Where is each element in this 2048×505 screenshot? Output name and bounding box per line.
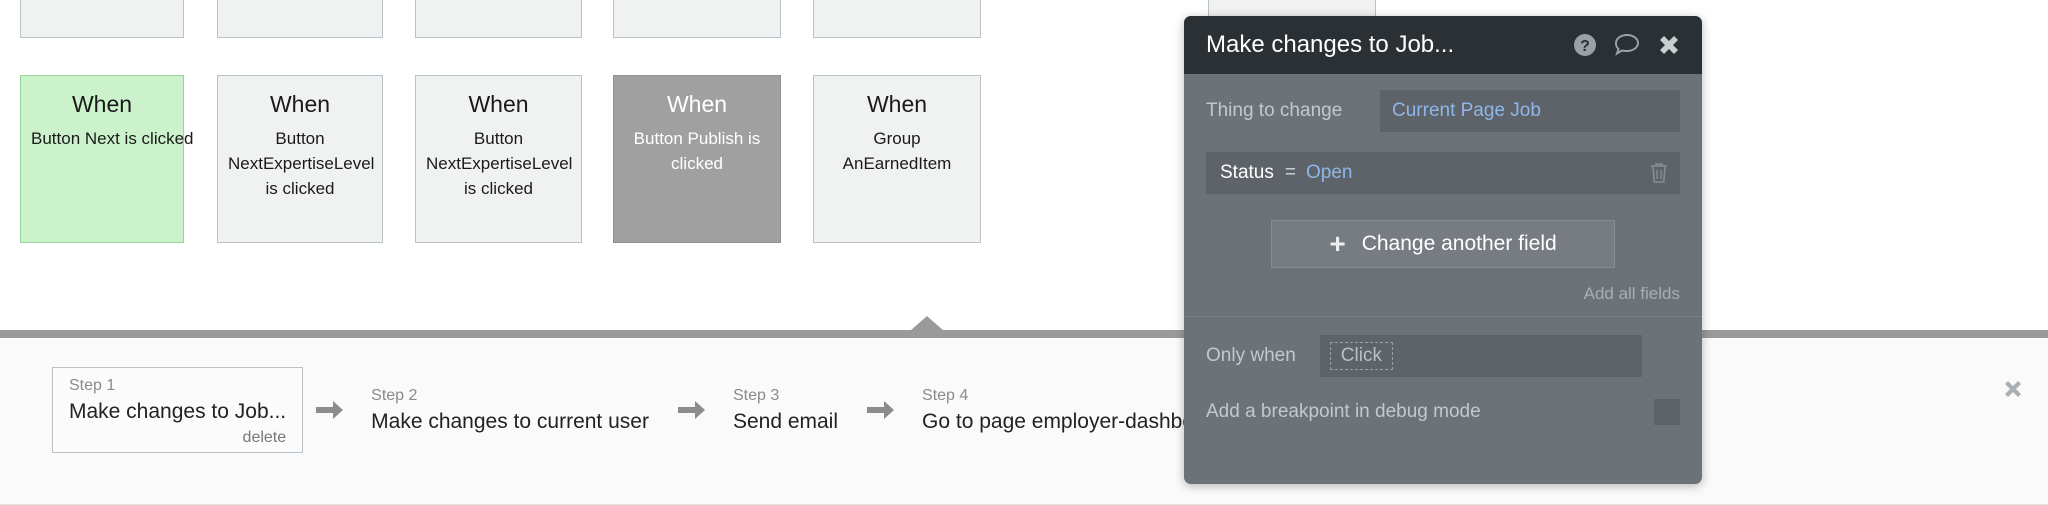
step-arrow-icon-1 — [303, 399, 355, 421]
workflow-step-3[interactable]: Step 3 Send email — [717, 378, 854, 442]
event-card-nextexpertiselevel-1[interactable]: When Button NextExpertiseLevel is clicke… — [217, 75, 383, 243]
steps-bar-close-icon[interactable] — [2000, 376, 2026, 402]
step-delete-link[interactable]: delete — [69, 428, 287, 448]
partial-card-2[interactable] — [217, 0, 383, 38]
field-change-row[interactable]: Status = Open — [1206, 152, 1680, 194]
thing-to-change-input[interactable]: Current Page Job — [1380, 90, 1680, 132]
step-arrow-icon-3 — [854, 399, 906, 421]
change-another-field-button[interactable]: + Change another field — [1271, 220, 1615, 268]
workflow-step-1[interactable]: Step 1 Make changes to Job... delete — [52, 367, 304, 453]
partial-card-4[interactable] — [613, 0, 781, 38]
event-card-button-next[interactable]: When Button Next is clicked — [20, 75, 194, 243]
workflow-steps-bar: Step 1 Make changes to Job... delete Ste… — [0, 338, 2048, 505]
only-when-value: Click — [1329, 342, 1393, 370]
step-arrow-icon-2 — [665, 399, 717, 421]
field-operator: = — [1284, 162, 1296, 183]
event-card-description: Button Publish is clicked — [633, 129, 761, 173]
event-card-nextexpertiselevel-2[interactable]: When Button NextExpertiseLevel is clicke… — [415, 75, 582, 243]
workflow-step-2[interactable]: Step 2 Make changes to current user — [355, 378, 665, 442]
plus-icon: + — [1329, 228, 1346, 259]
property-editor-dialog: Make changes to Job... ? Thing to change… — [1184, 16, 1702, 484]
step-number: Step 4 — [922, 387, 969, 404]
dialog-body: Thing to change Current Page Job Status … — [1184, 74, 1702, 425]
event-card-description: Group AnEarnedItem — [842, 129, 952, 173]
app-root: When Button Next is clicked When Button … — [0, 0, 2048, 505]
svg-text:?: ? — [1580, 38, 1590, 55]
dialog-title: Make changes to Job... — [1206, 31, 1455, 58]
partial-card-5[interactable] — [813, 0, 981, 38]
partial-card-1[interactable] — [20, 0, 184, 38]
step-title: Make changes to current user — [371, 410, 649, 433]
thing-to-change-row: Thing to change Current Page Job — [1184, 74, 1702, 132]
canvas-steps-separator — [0, 330, 2048, 338]
event-card-description: Button NextExpertiseLevel is clicked — [426, 129, 573, 198]
field-name: Status — [1220, 162, 1274, 183]
event-card-when-label: When — [71, 91, 133, 117]
event-card-description: Button Next is clicked — [31, 129, 194, 148]
step-number: Step 2 — [371, 387, 418, 404]
step-title: Make changes to Job... — [69, 400, 287, 423]
workflow-canvas: When Button Next is clicked When Button … — [0, 0, 2048, 335]
comment-icon[interactable] — [1612, 30, 1642, 60]
add-all-fields-link[interactable]: Add all fields — [1184, 268, 1702, 304]
event-card-when-label: When — [866, 91, 928, 117]
trash-icon[interactable] — [1648, 161, 1670, 185]
breakpoint-row: Add a breakpoint in debug mode — [1184, 377, 1702, 425]
only-when-label: Only when — [1206, 345, 1296, 366]
thing-to-change-value: Current Page Job — [1392, 100, 1541, 121]
dialog-header[interactable]: Make changes to Job... ? — [1184, 16, 1702, 74]
partial-card-3[interactable] — [415, 0, 582, 38]
event-card-when-label: When — [269, 91, 331, 117]
breakpoint-checkbox[interactable] — [1654, 399, 1680, 425]
event-card-when-label: When — [666, 91, 728, 117]
thing-to-change-label: Thing to change — [1206, 100, 1343, 121]
step-number: Step 3 — [732, 387, 780, 404]
only-when-row: Only when Click — [1184, 317, 1702, 377]
change-another-field-label: Change another field — [1361, 232, 1557, 255]
close-icon[interactable] — [1654, 30, 1684, 60]
steps-bar-pointer — [910, 316, 944, 331]
event-card-button-publish[interactable]: When Button Publish is clicked — [613, 75, 781, 243]
help-icon[interactable]: ? — [1570, 30, 1600, 60]
event-card-description: Button NextExpertiseLevel is clicked — [228, 129, 375, 198]
only-when-input[interactable]: Click — [1319, 335, 1642, 377]
step-title: Go to page employer-dashboard — [922, 410, 1225, 433]
field-value[interactable]: Open — [1306, 161, 1352, 185]
step-title: Send email — [732, 410, 839, 433]
event-card-when-label: When — [468, 91, 529, 117]
step-number: Step 1 — [69, 377, 116, 394]
event-card-group-anearneditem[interactable]: When Group AnEarnedItem — [813, 75, 981, 243]
breakpoint-label: Add a breakpoint in debug mode — [1206, 401, 1481, 422]
